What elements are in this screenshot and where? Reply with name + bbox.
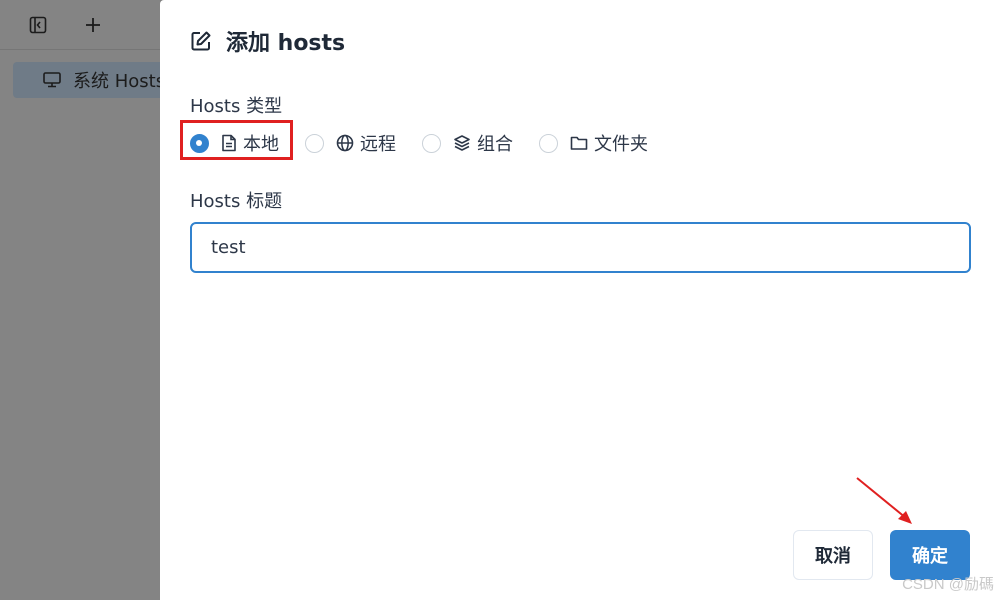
hosts-type-label: Hosts 类型	[190, 96, 283, 117]
dialog-title: 添加 hosts	[190, 24, 345, 58]
radio-button[interactable]	[422, 133, 441, 153]
radio-option-folder[interactable]: 文件夹	[539, 130, 648, 156]
sidebar-item-label: 系统 Hosts	[73, 71, 166, 92]
dialog-title-text: 添加 hosts	[226, 31, 346, 56]
add-hosts-dialog: 添加 hosts Hosts 类型 本地 远程 组合 文件夹 Hosts 标题 …	[160, 0, 1000, 600]
radio-option-label: 文件夹	[594, 134, 648, 155]
radio-button[interactable]	[305, 133, 324, 153]
radio-button[interactable]	[539, 133, 558, 153]
app-toolbar	[0, 0, 160, 50]
monitor-icon	[43, 72, 61, 93]
radio-option-label: 组合	[477, 134, 513, 155]
folder-icon	[570, 135, 588, 151]
annotation-highlight-box	[180, 120, 293, 160]
hosts-title-label: Hosts 标题	[190, 191, 283, 212]
edit-icon	[190, 30, 212, 52]
radio-option-remote[interactable]: 远程	[305, 130, 396, 156]
plus-icon	[86, 18, 100, 32]
cancel-button[interactable]: 取消	[793, 530, 873, 580]
layers-icon	[453, 134, 471, 152]
sidebar-toggle-icon	[29, 16, 47, 34]
globe-icon	[336, 134, 354, 152]
radio-option-label: 远程	[360, 134, 396, 155]
watermark-text: CSDN @励碼	[902, 576, 994, 593]
toggle-sidebar-button[interactable]	[25, 12, 51, 38]
hosts-title-input[interactable]	[190, 222, 971, 273]
sidebar-item-system-hosts[interactable]: 系统 Hosts	[13, 62, 173, 98]
background-app-sidebar: 系统 Hosts	[0, 0, 173, 600]
add-hosts-button[interactable]	[80, 12, 106, 38]
radio-option-group[interactable]: 组合	[422, 130, 513, 156]
